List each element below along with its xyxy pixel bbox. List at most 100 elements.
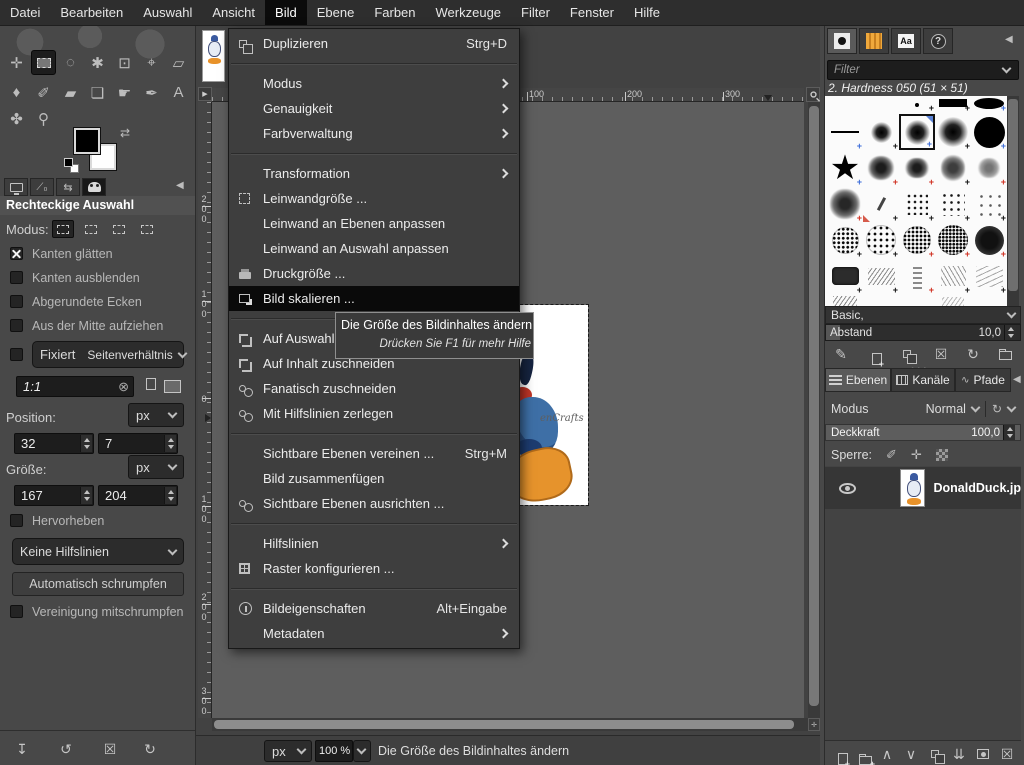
brush-item[interactable]: + [899,150,935,186]
brush-item[interactable]: + [971,186,1007,222]
clear-icon[interactable]: ⊗ [118,377,129,396]
menu-ansicht[interactable]: Ansicht [202,0,265,25]
edit-brush-icon[interactable]: ✎ [831,344,851,364]
foreground-color-swatch[interactable] [74,128,100,154]
brush-item[interactable]: + [827,114,863,150]
clone-tool-button[interactable]: ❏ [85,80,110,105]
brush-item[interactable]: + [827,222,863,258]
menu-item-transformation[interactable]: Transformation [229,161,519,186]
brush-item[interactable]: + [899,222,935,258]
image-tab-thumbnail[interactable] [202,30,225,82]
brush-item[interactable]: + [827,186,863,222]
swap-colors-icon[interactable]: ⇄ [120,126,130,140]
lower-layer-icon[interactable]: ∨ [901,744,921,764]
spinner[interactable] [1003,425,1015,440]
menu-item-bild-skalieren[interactable]: Bild skalieren ... [229,286,519,311]
transform-tool-button[interactable]: ⌖ [139,50,164,75]
menu-item-leinwandgroesse[interactable]: Leinwandgröße ... [229,186,519,211]
tab-help[interactable]: ? [923,28,953,54]
refresh-brushes-icon[interactable]: ↻ [963,344,983,364]
menu-item-genauigkeit[interactable]: Genauigkeit [229,96,519,121]
brush-item[interactable]: + [935,186,971,222]
default-colors-icon[interactable] [64,158,73,167]
layer-thumbnail[interactable] [900,469,926,507]
brush-item[interactable]: + [971,222,1007,258]
portrait-orientation-icon[interactable] [146,378,156,390]
brush-item[interactable]: + [971,96,1007,112]
opacity-slider[interactable]: Deckkraft 100,0 [825,424,1021,441]
brush-item[interactable]: + [971,114,1007,150]
brush-item[interactable]: ★+ [827,150,863,186]
status-zoom-dropdown[interactable] [353,740,371,762]
spinner[interactable] [164,487,176,504]
expand-from-center-checkbox[interactable] [10,319,23,332]
delete-layer-icon[interactable]: ☒ [997,744,1017,764]
menu-item-druckgroesse[interactable]: Druckgröße ... [229,261,519,286]
tab-pfade[interactable]: ∿ Pfade [955,368,1011,392]
chevron-down-icon[interactable] [970,403,980,413]
eraser-tool-button[interactable]: ▰ [58,80,83,105]
menu-item-bildeigenschaften[interactable]: Bildeigenschaften Alt+Eingabe [229,596,519,621]
tab-wilber[interactable] [82,178,106,196]
menu-item-raster-konfigurieren[interactable]: Raster konfigurieren ... [229,556,519,581]
menu-bearbeiten[interactable]: Bearbeiten [50,0,133,25]
duplicate-brush-icon[interactable] [897,344,917,364]
lock-position-icon[interactable]: ✛ [911,447,922,463]
feather-checkbox[interactable] [10,271,23,284]
collapse-dock-icon[interactable]: ◀ [1005,34,1013,45]
shear-tool-button[interactable]: ▱ [166,50,191,75]
tab-fonts[interactable]: Aa [891,28,921,54]
raise-layer-icon[interactable]: ∧ [877,744,897,764]
size-height-input[interactable]: 204 [98,485,178,506]
fuzzy-select-tool-button[interactable]: ✱ [85,50,110,75]
antialias-checkbox[interactable] [10,247,23,260]
tab-kanaele[interactable]: Kanäle [891,368,955,392]
brush-filter-input[interactable]: Filter [827,60,1019,80]
free-select-tool-button[interactable]: ◌ [58,50,83,75]
fixed-checkbox[interactable] [10,348,23,361]
menu-item-modus[interactable]: Modus [229,71,519,96]
navigation-button[interactable]: ✛ [808,718,820,731]
status-unit-dropdown[interactable]: px [264,740,312,762]
menu-hilfe[interactable]: Hilfe [624,0,670,25]
brush-item[interactable]: + [971,150,1007,186]
mode-intersect-button[interactable] [136,220,158,238]
shrink-merged-checkbox[interactable] [10,605,23,618]
color-picker-tool-button[interactable]: ✤ [4,106,29,131]
position-unit-dropdown[interactable]: px [128,403,184,427]
brush-item[interactable] [935,294,971,306]
smudge-tool-button[interactable]: ☛ [112,80,137,105]
menu-datei[interactable]: Datei [0,0,50,25]
mode-replace-button[interactable] [52,220,74,238]
canvas-menu-button[interactable]: ▶ [198,87,212,101]
merge-down-icon[interactable]: ⇊ [949,744,969,764]
spinner[interactable] [80,487,92,504]
menu-ebene[interactable]: Ebene [307,0,365,25]
position-x-input[interactable]: 32 [14,433,94,454]
tab-history[interactable]: ⇆ [56,178,80,196]
layer-row[interactable]: DonaldDuck.jp [825,467,1021,509]
brush-item[interactable]: + [935,96,971,112]
highlight-checkbox[interactable] [10,514,23,527]
brush-item[interactable]: + [863,186,899,222]
brush-item[interactable]: + [971,258,1007,294]
paintbrush-tool-button[interactable]: ✐ [31,80,56,105]
menu-auswahl[interactable]: Auswahl [133,0,202,25]
reset-icon[interactable]: ↻ [140,739,160,759]
menu-item-hilfslinien[interactable]: Hilfslinien [229,531,519,556]
horizontal-scrollbar-thumb[interactable] [214,720,794,729]
crop-tool-button[interactable]: ⊡ [112,50,137,75]
layer-mode-value[interactable]: Normal [926,402,966,416]
text-tool-button[interactable]: A [166,80,191,105]
guides-dropdown[interactable]: Keine Hilfslinien [12,538,184,565]
vertical-scrollbar-thumb[interactable] [809,106,819,706]
menu-item-metadaten[interactable]: Metadaten [229,621,519,646]
menu-item-farbverwaltung[interactable]: Farbverwaltung [229,121,519,146]
brush-item[interactable]: + [827,258,863,294]
brush-item[interactable] [827,294,863,306]
brush-item[interactable]: + [935,114,971,150]
move-tool-button[interactable]: ✛ [4,50,29,75]
brush-item[interactable]: + [935,258,971,294]
chevron-down-icon[interactable] [1007,403,1017,413]
menu-fenster[interactable]: Fenster [560,0,624,25]
